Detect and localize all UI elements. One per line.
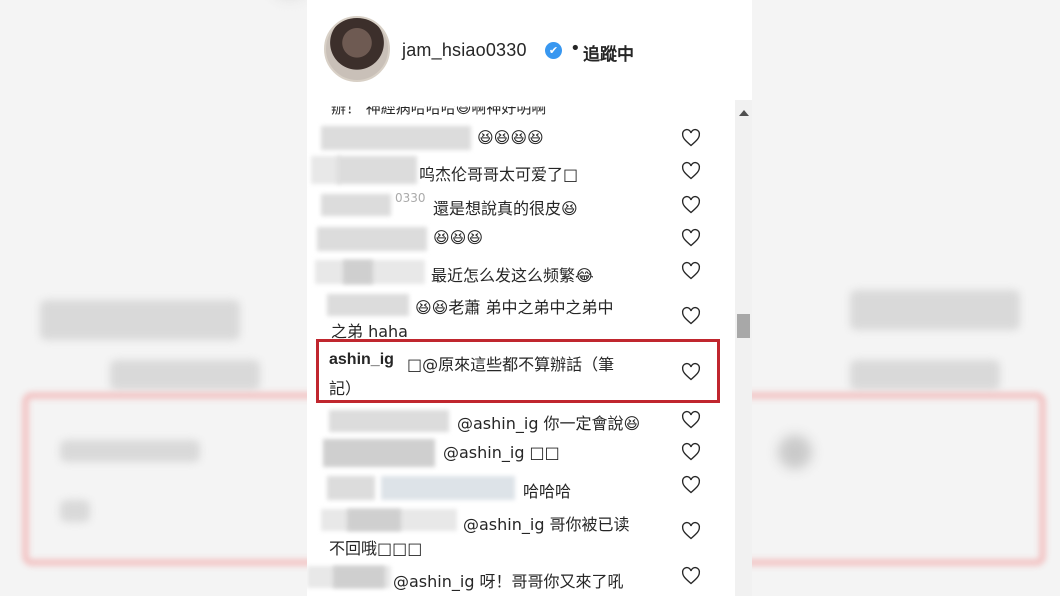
background-blur <box>110 360 260 390</box>
comment-text: 辦！ 神經病哈哈哈😆啊神好明啊 <box>331 100 547 117</box>
comment-item: 辦！ 神經病哈哈哈😆啊神好明啊 <box>307 100 735 118</box>
comment-text: 哈哈哈 <box>523 482 572 501</box>
blurred-username <box>333 566 385 588</box>
blurred-username <box>327 294 409 316</box>
post-header: jam_hsiao0330 ✔ • 追蹤中 <box>307 0 752 100</box>
comment-text: 0330 <box>395 191 426 205</box>
comment-text: @ashin_ig 呀！哥哥你又來了吼 <box>393 572 624 591</box>
blurred-username <box>381 476 515 500</box>
blurred-username <box>321 126 471 150</box>
blurred-username <box>347 509 401 531</box>
comment-item: @ashin_ig 你一定會說😆 <box>307 406 735 436</box>
highlight-box <box>316 339 720 403</box>
instagram-comments-panel: jam_hsiao0330 ✔ • 追蹤中 辦！ 神經病哈哈哈😆啊神好明啊 😆😆… <box>307 0 752 596</box>
comment-item: 呜杰伦哥哥太可爱了□ <box>307 156 735 188</box>
comment-text: 呜杰伦哥哥太可爱了□ <box>419 165 579 184</box>
background-blur <box>778 435 812 469</box>
background-blur <box>60 500 90 522</box>
comment-text: @ashin_ig 哥你被已读 <box>463 515 630 534</box>
comment-text: @ashin_ig 你一定會說😆 <box>457 414 641 433</box>
blurred-username <box>337 156 417 184</box>
blurred-username <box>323 439 435 467</box>
scroll-up-arrow-icon[interactable] <box>739 110 749 116</box>
like-heart-icon[interactable] <box>681 195 701 215</box>
like-heart-icon[interactable] <box>681 566 701 586</box>
comment-item: @ashin_ig 哥你被已读 不回哦□□□ <box>307 507 735 559</box>
comment-item: @ashin_ig 呀！哥哥你又來了吼 <box>307 562 735 592</box>
comment-text: 還是想說真的很皮😆 <box>433 199 578 218</box>
background-blur <box>60 440 200 462</box>
comment-item: 哈哈哈 <box>307 473 735 503</box>
comment-item: 😆😆😆 <box>307 224 735 254</box>
blurred-username <box>317 227 427 251</box>
background-blur <box>40 300 240 340</box>
comment-text: 😆😆😆 <box>433 228 484 247</box>
username-link[interactable]: jam_hsiao0330 <box>402 40 527 61</box>
comment-item: 0330 還是想說真的很皮😆 <box>307 190 735 220</box>
like-heart-icon[interactable] <box>681 261 701 281</box>
comment-text: @ashin_ig □□ <box>443 443 560 462</box>
like-heart-icon[interactable] <box>681 475 701 495</box>
profile-avatar[interactable] <box>324 16 390 82</box>
background-blur <box>850 290 1020 330</box>
verified-badge-icon: ✔ <box>545 42 562 59</box>
comment-text: 😆😆😆😆 <box>477 128 544 147</box>
comment-item: 😆😆😆😆 <box>307 124 735 154</box>
comment-text: 😆😆老蕭 弟中之弟中之弟中 <box>415 298 614 317</box>
like-heart-icon[interactable] <box>681 410 701 430</box>
blurred-username <box>321 194 391 216</box>
comment-text: 不回哦□□□ <box>329 539 423 558</box>
comment-item: 最近怎么发这么频繁😂 <box>307 257 735 287</box>
like-heart-icon[interactable] <box>681 442 701 462</box>
comment-item: 😆😆老蕭 弟中之弟中之弟中 之弟 haha <box>307 292 735 342</box>
like-heart-icon[interactable] <box>681 306 701 326</box>
scrollbar[interactable] <box>735 100 752 596</box>
comment-text: 最近怎么发这么频繁😂 <box>431 266 594 285</box>
blurred-username <box>329 410 449 432</box>
like-heart-icon[interactable] <box>681 521 701 541</box>
background-blur <box>850 360 1000 390</box>
scroll-thumb[interactable] <box>737 314 750 338</box>
separator-dot: • <box>570 38 581 59</box>
blurred-username <box>327 476 375 500</box>
like-heart-icon[interactable] <box>681 161 701 181</box>
blurred-username <box>343 260 373 284</box>
comment-item: @ashin_ig □□ <box>307 437 735 469</box>
following-button[interactable]: 追蹤中 <box>583 40 634 65</box>
like-heart-icon[interactable] <box>681 128 701 148</box>
like-heart-icon[interactable] <box>681 228 701 248</box>
